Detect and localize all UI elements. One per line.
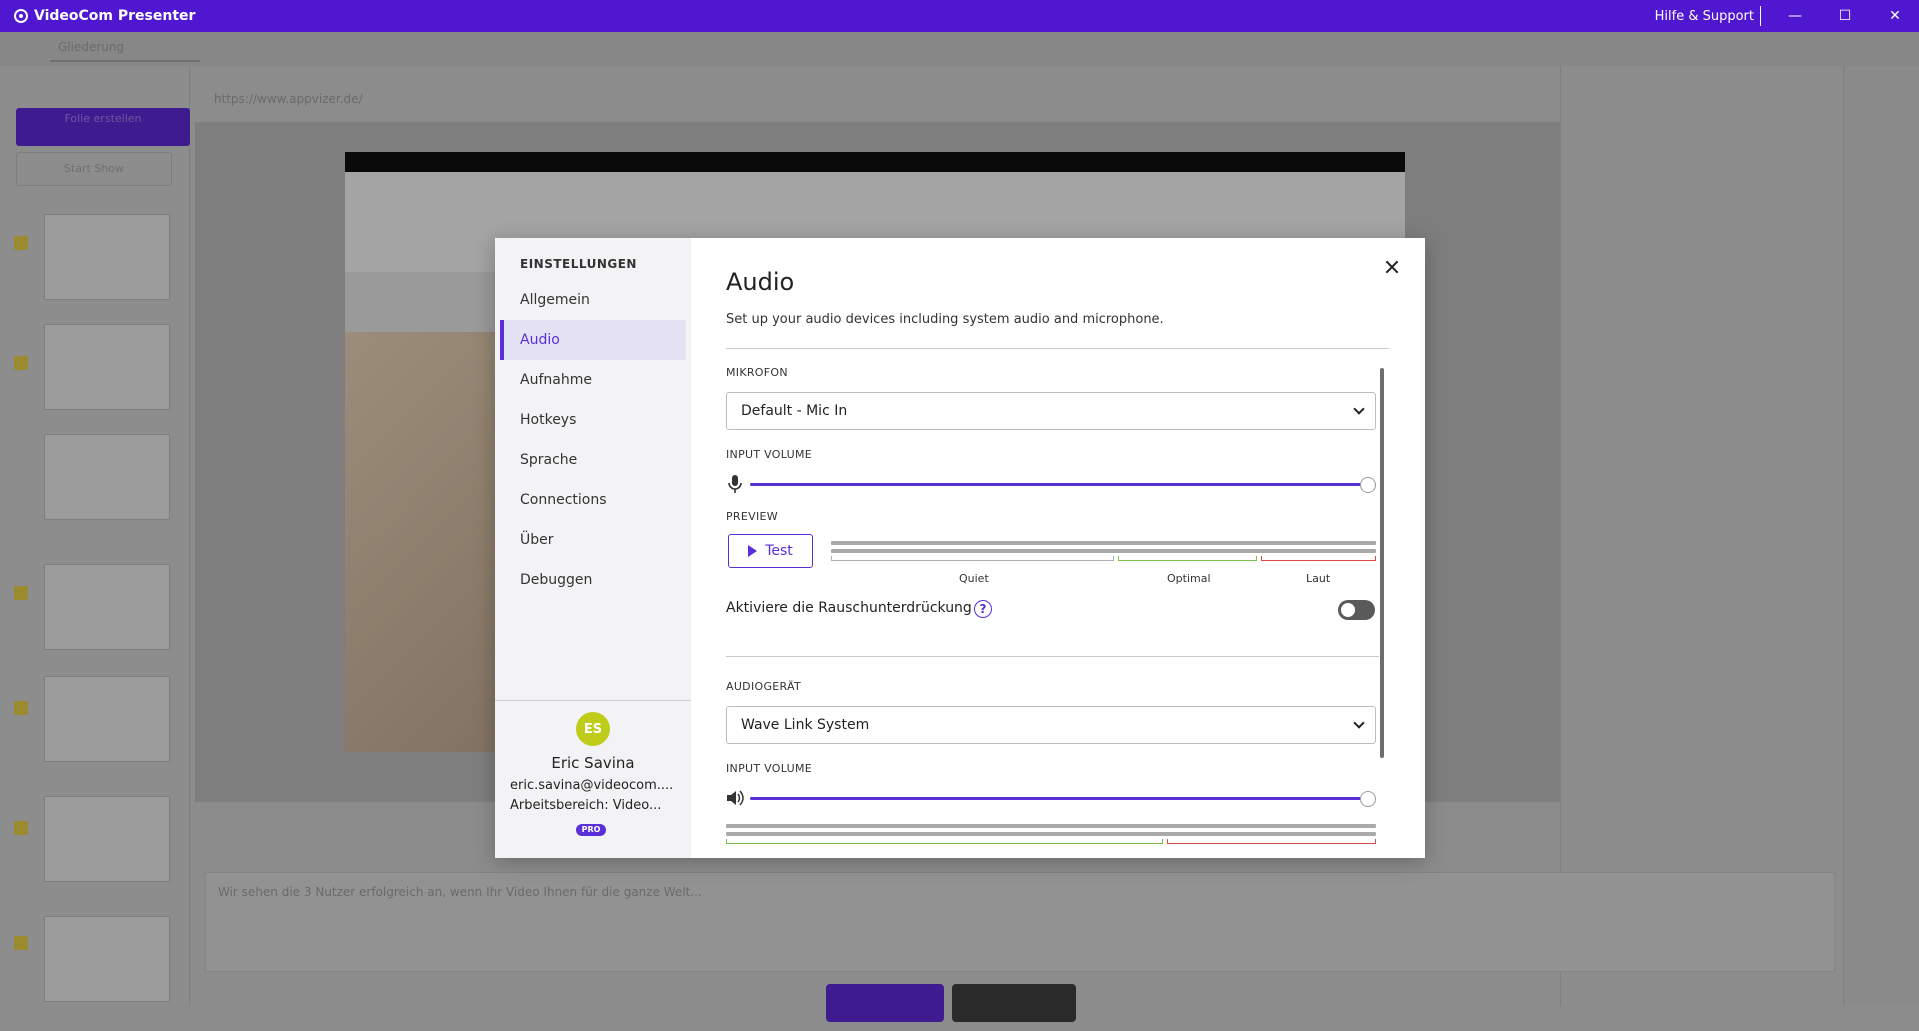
nav-item-allgemein[interactable]: Allgemein [500,280,686,320]
level-meter-bar [726,832,1376,836]
quiet-label: Quiet [959,572,989,585]
microphone-section-label: MIKROFON [726,366,788,379]
mic-volume-thumb[interactable] [1360,477,1376,493]
slide-marker [14,821,28,835]
title-divider [726,348,1389,349]
help-icon[interactable]: ? [974,600,992,618]
microphone-icon [728,475,742,493]
slide-marker [14,936,28,950]
slide-marker [14,236,28,250]
slide-thumbnail [44,796,170,882]
present-button [952,984,1076,1022]
device-input-volume-slider[interactable] [726,788,1376,808]
settings-nav: EINSTELLUNGEN Allgemein Audio Aufnahme H… [495,238,691,858]
properties-panel [1560,66,1840,1006]
device-input-volume-label: INPUT VOLUME [726,762,813,775]
help-support-link[interactable]: Hilfe & Support [1655,9,1754,24]
audio-settings: Audio Set up your audio devices includin… [691,238,1425,858]
user-email: eric.savina@videocom.... [510,778,674,793]
background-tab-bar: Gliederung [0,32,1919,66]
webpage-url: https://www.appvizer.de/ [214,92,363,106]
toggle-knob [1341,603,1355,617]
test-button[interactable]: Test [728,534,813,568]
slide-thumbnail [44,916,170,1002]
tool-rail [1843,66,1919,1006]
quiet-range [831,556,1114,561]
play-icon [748,545,758,557]
preview-label: PREVIEW [726,510,778,523]
level-meter-bar [831,549,1376,553]
nav-item-debuggen[interactable]: Debuggen [500,560,686,600]
slide-thumbnail [44,324,170,410]
device-volume-thumb[interactable] [1360,791,1376,807]
scrollbar[interactable] [1380,368,1384,758]
speaker-notes: Wir sehen die 3 Nutzer erfolgreich an, w… [205,872,1835,972]
title-bar: VideoCom Presenter Hilfe & Support — ☐ ✕ [0,0,1919,32]
settings-dialog: EINSTELLUNGEN Allgemein Audio Aufnahme H… [495,238,1425,858]
device-volume-track [750,797,1368,800]
level-meter-bar [831,541,1376,545]
audio-device-select[interactable]: Wave Link System [726,706,1376,744]
app-logo-icon [14,9,28,23]
maximize-icon[interactable]: ☐ [1821,0,1869,32]
test-button-label: Test [765,543,793,559]
nav-divider [495,700,691,701]
nav-item-sprache[interactable]: Sprache [500,440,686,480]
nav-item-ueber[interactable]: Über [500,520,686,560]
page-title: Audio [726,268,795,296]
noise-suppression-label: Aktiviere die Rauschunterdrückung [726,600,972,616]
chevron-down-icon [1353,717,1365,729]
slide-marker [14,586,28,600]
microphone-select-value: Default - Mic In [741,403,848,419]
section-divider [726,656,1379,657]
speaker-icon [727,790,744,806]
level-meter-bar [726,824,1376,828]
user-name: Eric Savina [551,754,635,772]
webpage-topbar [345,152,1405,172]
audio-device-select-value: Wave Link System [741,717,870,733]
nav-item-aufnahme[interactable]: Aufnahme [500,360,686,400]
pro-badge: PRO [576,824,606,836]
slide-marker [14,356,28,370]
loud-label: Laut [1306,572,1331,585]
app-title: VideoCom Presenter [34,8,196,24]
record-button [826,984,944,1022]
page-subtitle: Set up your audio devices including syst… [726,312,1164,327]
microphone-select[interactable]: Default - Mic In [726,392,1376,430]
nav-item-connections[interactable]: Connections [500,480,686,520]
noise-suppression-toggle[interactable] [1338,600,1375,620]
user-workspace: Arbeitsbereich: Video... [510,798,662,813]
slide-thumbnail [44,434,170,520]
slides-panel: Folie erstellen Start Show [0,66,190,1006]
minimize-icon[interactable]: — [1771,0,1819,32]
slide-thumbnail [44,214,170,300]
mic-volume-track [750,483,1368,486]
chevron-down-icon [1353,403,1365,415]
slide-thumbnail [44,676,170,762]
loud-range [1167,839,1376,844]
new-slide-button: Folie erstellen [16,108,190,146]
background-tab: Gliederung [50,40,200,62]
slide-marker [14,701,28,715]
audio-device-section-label: AUDIOGERÄT [726,680,802,693]
nav-item-audio[interactable]: Audio [500,320,686,360]
title-separator [1760,6,1761,26]
avatar: ES [576,712,610,746]
nav-item-hotkeys[interactable]: Hotkeys [500,400,686,440]
slide-thumbnail [44,564,170,650]
mic-input-volume-label: INPUT VOLUME [726,448,813,461]
mic-input-volume-slider[interactable] [726,474,1376,494]
loud-range [1261,556,1376,561]
settings-heading: EINSTELLUNGEN [520,257,637,271]
optimal-range [726,839,1163,844]
close-window-icon[interactable]: ✕ [1871,0,1919,32]
close-icon[interactable] [1383,258,1401,276]
optimal-label: Optimal [1167,572,1211,585]
start-show-button: Start Show [16,152,172,186]
optimal-range [1118,556,1257,561]
